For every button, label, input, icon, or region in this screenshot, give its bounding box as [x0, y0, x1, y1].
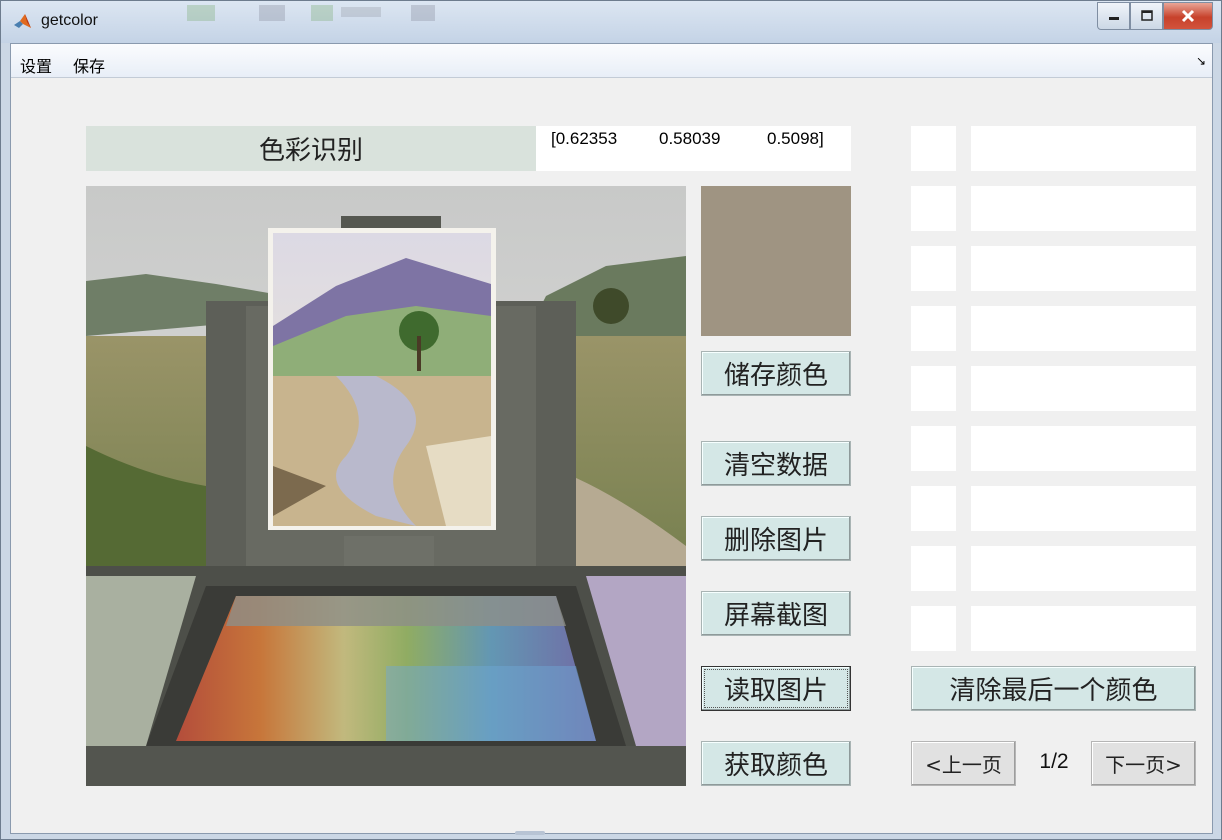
stored-color-swatch	[911, 186, 956, 231]
stored-color-swatch	[911, 606, 956, 651]
prev-page-button[interactable]: <上一页	[911, 741, 1016, 786]
matlab-logo-icon	[14, 14, 31, 28]
stored-color-value	[971, 306, 1196, 351]
current-color-swatch	[701, 186, 851, 336]
stored-color-swatch	[911, 246, 956, 291]
image-axes[interactable]	[86, 186, 686, 786]
stored-color-swatch	[911, 306, 956, 351]
stored-color-swatch	[911, 126, 956, 171]
get-color-button[interactable]: 获取颜色	[701, 741, 851, 786]
stored-color-swatch	[911, 426, 956, 471]
screenshot-button[interactable]: 屏幕截图	[701, 591, 851, 636]
stored-color-swatch	[911, 546, 956, 591]
read-image-button[interactable]: 读取图片	[701, 666, 851, 711]
stored-color-value	[971, 546, 1196, 591]
background-toolbar-ghost	[187, 5, 435, 21]
stored-color-swatch	[911, 486, 956, 531]
save-color-button[interactable]: 储存颜色	[701, 351, 851, 396]
stored-color-value	[971, 126, 1196, 171]
clear-data-button[interactable]: 清空数据	[701, 441, 851, 486]
menu-settings[interactable]: 设置	[20, 53, 52, 77]
menu-bar: 设置 保存 ↘	[11, 44, 1212, 78]
close-icon	[1181, 9, 1195, 23]
title-bar[interactable]: getcolor	[1, 1, 1221, 43]
delete-image-button[interactable]: 删除图片	[701, 516, 851, 561]
rgb-value-r: [0.62353	[551, 129, 618, 148]
stored-color-swatch	[911, 366, 956, 411]
minimize-icon	[1108, 17, 1119, 20]
close-button[interactable]	[1163, 2, 1213, 30]
next-page-button[interactable]: 下一页>	[1091, 741, 1196, 786]
window-title: getcolor	[41, 12, 98, 29]
page-indicator: 1/2	[1039, 750, 1069, 773]
stored-color-value	[971, 486, 1196, 531]
minimize-button[interactable]	[1097, 2, 1130, 30]
figure-client-area: 设置 保存 ↘ 色彩识别 [0.62353 0.58039 0.5098] 储存…	[10, 43, 1213, 834]
rgb-value-g: 0.58039	[659, 129, 721, 148]
stored-color-value	[971, 366, 1196, 411]
resize-grip[interactable]	[515, 831, 545, 835]
maximize-button[interactable]	[1130, 2, 1163, 30]
rgb-value-b: 0.5098]	[767, 129, 824, 148]
rgb-value-display: [0.62353 0.58039 0.5098]	[536, 126, 851, 171]
panel-title: 色彩识别	[86, 126, 536, 171]
menu-overflow-arrow-icon[interactable]: ↘	[1196, 54, 1206, 68]
loaded-image	[86, 186, 686, 786]
app-window: getcolor 设置 保存 ↘ 色彩识别 [0.62353 0.58039 0…	[0, 0, 1222, 840]
clear-last-color-button[interactable]: 清除最后一个颜色	[911, 666, 1196, 711]
maximize-icon	[1140, 10, 1153, 21]
stored-color-value	[971, 246, 1196, 291]
menu-save[interactable]: 保存	[73, 53, 105, 77]
stored-color-value	[971, 606, 1196, 651]
stored-color-value	[971, 426, 1196, 471]
stored-color-value	[971, 186, 1196, 231]
